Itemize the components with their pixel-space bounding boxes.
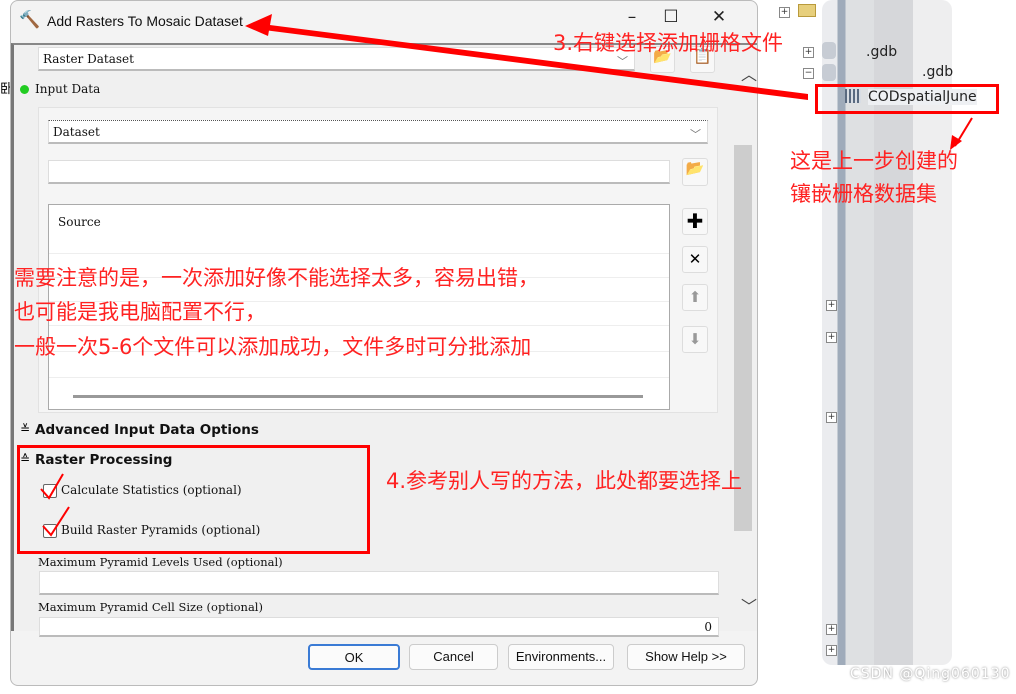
annotation-step3: 3.右键选择添加栅格文件: [553, 31, 784, 55]
watermark: CSDN @Qing060130: [850, 666, 1011, 682]
annotation-created-1: 这是上一步创建的: [790, 149, 958, 173]
annotation-step4: 4.参考别人写的方法，此处都要选择上: [386, 469, 743, 493]
highlight-box-mosaic: [815, 84, 999, 114]
highlight-box-processing: [17, 445, 370, 554]
annotation-note-3: 一般一次5-6个文件可以添加成功，文件多时可分批添加: [14, 335, 532, 359]
annotation-note-2: 也可能是我电脑配置不行，: [14, 300, 266, 324]
annotation-note-1: 需要注意的是，一次添加好像不能选择太多，容易出错，: [14, 266, 539, 290]
arrow-head-icon: [245, 14, 272, 36]
annotation-created-2: 镶嵌栅格数据集: [790, 182, 937, 206]
